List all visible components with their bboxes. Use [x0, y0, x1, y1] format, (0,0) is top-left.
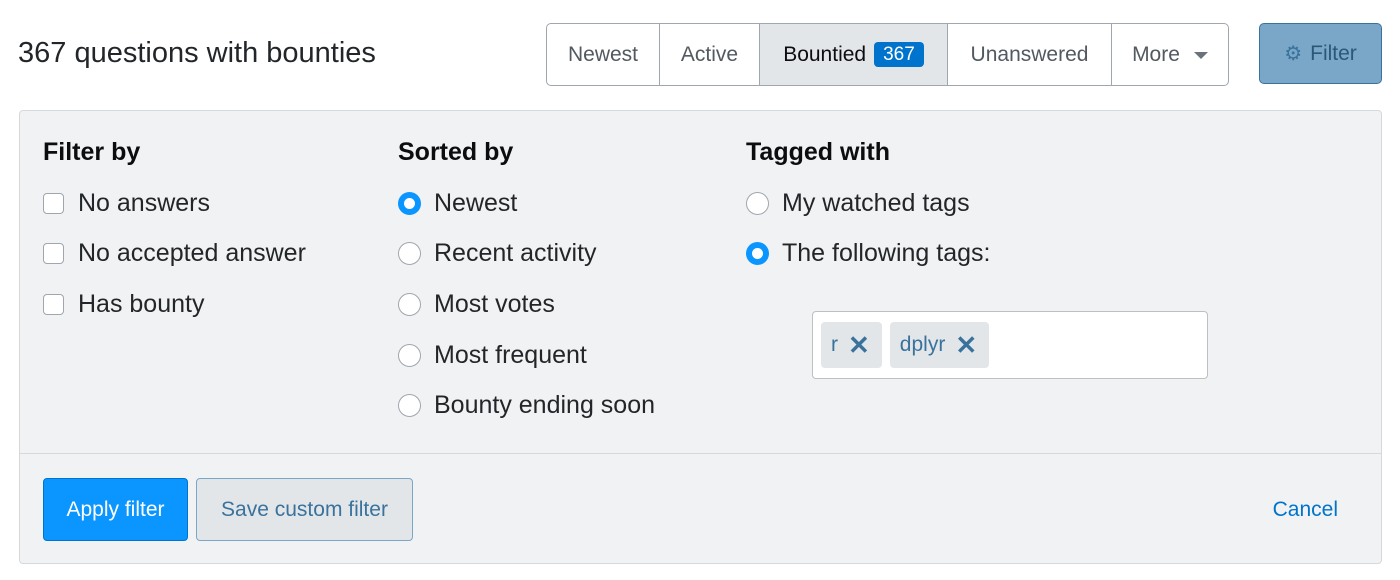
filter-toggle-label: Filter: [1310, 41, 1357, 65]
option-label: Most votes: [434, 289, 555, 318]
sort-option-most-votes[interactable]: Most votes: [398, 287, 655, 321]
sort-option-bounty-ending-soon[interactable]: Bounty ending soon: [398, 389, 655, 423]
filter-panel-footer: Apply filter Save custom filter Cancel: [20, 453, 1381, 564]
cancel-link[interactable]: Cancel: [1273, 478, 1338, 541]
tab-label: More: [1132, 42, 1180, 66]
watched-tags-radio[interactable]: [746, 191, 769, 215]
tagged-with-column: Tagged with My watched tags The followin…: [746, 135, 1208, 379]
tab-label: Unanswered: [970, 42, 1089, 66]
tab-label: Newest: [567, 42, 639, 66]
tab-bountied[interactable]: Bountied 367: [760, 24, 948, 85]
tag-chip-r: r ✕: [821, 322, 882, 368]
option-label: Bounty ending soon: [434, 391, 656, 420]
no-answers-checkbox[interactable]: [43, 192, 64, 214]
caret-down-icon: [1193, 52, 1208, 59]
option-label: Newest: [434, 188, 518, 217]
tab-unanswered[interactable]: Unanswered: [948, 24, 1112, 85]
option-label: No accepted answer: [78, 239, 306, 268]
sorted-by-column: Sorted by Newest Recent activity Most vo…: [398, 135, 655, 439]
tab-newest[interactable]: Newest: [547, 24, 660, 85]
tag-input-field[interactable]: r ✕ dplyr ✕: [812, 311, 1208, 379]
tag-option-following[interactable]: The following tags:: [746, 237, 990, 271]
bounty-count-badge: 367: [874, 42, 924, 67]
filter-by-column: Filter by No answers No accepted answer …: [43, 135, 306, 338]
tab-label: Bountied: [783, 42, 867, 66]
has-bounty-checkbox[interactable]: [43, 293, 64, 315]
tag-option-watched[interactable]: My watched tags: [746, 186, 990, 220]
recent-activity-radio[interactable]: [398, 242, 421, 266]
sort-option-newest[interactable]: Newest: [398, 186, 655, 220]
most-votes-radio[interactable]: [398, 292, 421, 316]
filter-option-no-answers[interactable]: No answers: [43, 186, 306, 220]
close-icon[interactable]: ✕: [848, 332, 870, 358]
option-label: Most frequent: [434, 340, 587, 369]
gear-icon: ⚙: [1284, 43, 1303, 65]
tag-chip-dplyr: dplyr ✕: [889, 322, 990, 368]
bounty-ending-soon-radio[interactable]: [398, 394, 421, 418]
tag-label: dplyr: [899, 333, 946, 356]
option-label: Recent activity: [434, 239, 597, 268]
sorted-by-heading: Sorted by: [398, 138, 514, 166]
tab-active[interactable]: Active: [660, 24, 760, 85]
filter-option-no-accepted-answer[interactable]: No accepted answer: [43, 237, 306, 271]
option-label: Has bounty: [78, 289, 205, 318]
save-custom-filter-button[interactable]: Save custom filter: [196, 478, 413, 541]
filter-option-has-bounty[interactable]: Has bounty: [43, 287, 306, 321]
most-frequent-radio[interactable]: [398, 343, 421, 367]
filter-panel: Filter by No answers No accepted answer …: [19, 110, 1382, 564]
option-label: The following tags:: [782, 239, 991, 268]
page-header: 367 questions with bounties Newest Activ…: [0, 0, 1400, 110]
close-icon[interactable]: ✕: [955, 332, 977, 358]
sort-option-recent-activity[interactable]: Recent activity: [398, 237, 655, 271]
following-tags-radio[interactable]: [746, 242, 769, 266]
filter-toggle-button[interactable]: ⚙ Filter: [1259, 23, 1382, 84]
no-accepted-answer-checkbox[interactable]: [43, 243, 64, 265]
bounties-page: 367 questions with bounties Newest Activ…: [0, 0, 1400, 580]
page-title: 367 questions with bounties: [18, 37, 376, 69]
option-label: No answers: [78, 188, 210, 217]
newest-radio[interactable]: [398, 191, 421, 215]
tab-more[interactable]: More: [1112, 24, 1228, 85]
tab-label: Active: [680, 42, 739, 66]
sort-tabs: Newest Active Bountied 367 Unanswered Mo…: [546, 23, 1229, 86]
filter-by-heading: Filter by: [43, 138, 141, 166]
apply-filter-button[interactable]: Apply filter: [43, 478, 188, 541]
option-label: My watched tags: [782, 188, 970, 217]
tagged-with-heading: Tagged with: [746, 138, 890, 166]
filter-panel-body: Filter by No answers No accepted answer …: [20, 111, 1381, 453]
sort-option-most-frequent[interactable]: Most frequent: [398, 338, 655, 372]
tag-label: r: [831, 333, 838, 356]
